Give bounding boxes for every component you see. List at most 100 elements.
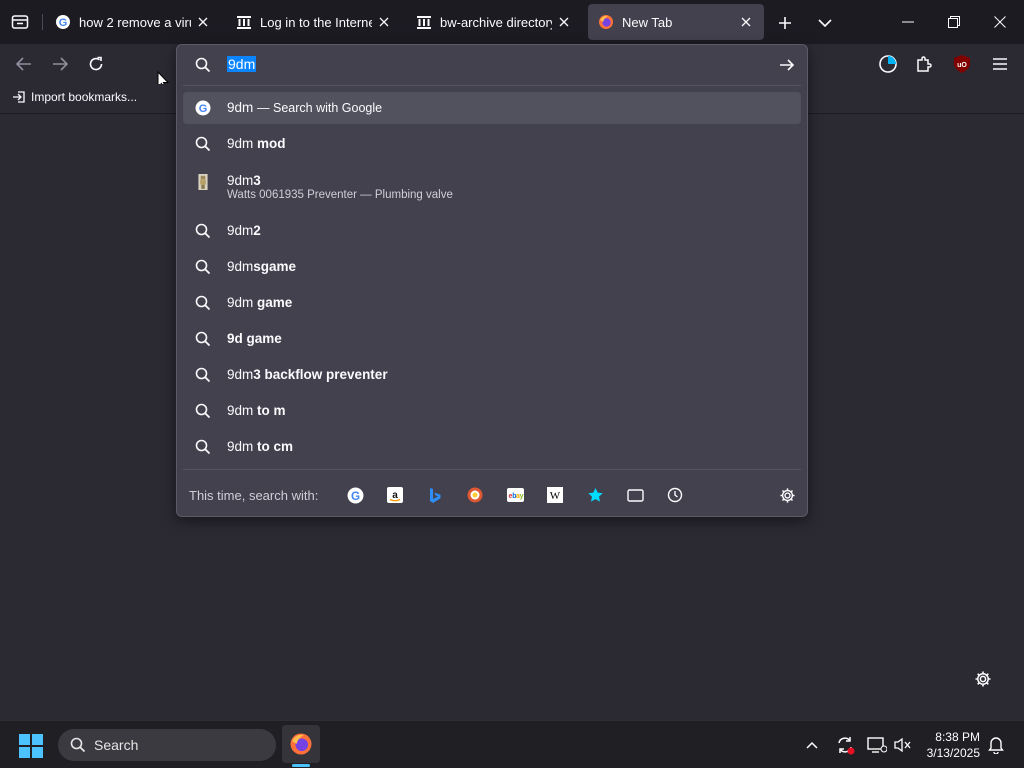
search-icon [195,367,211,383]
sync-error-icon [838,737,855,755]
clock-time: 8:38 PM [935,730,980,744]
taskbar-clock[interactable]: 8:38 PM 3/13/2025 [927,729,980,761]
suggestion-row[interactable]: 9dm3 backflow preventer [183,359,801,391]
app-menu-button[interactable] [988,53,1012,75]
search-settings-gear-icon[interactable] [778,486,796,504]
close-icon[interactable] [195,14,211,30]
import-bookmarks-button[interactable]: Import bookmarks... [12,90,137,104]
ebay-icon[interactable]: ebay [506,486,524,504]
close-icon[interactable] [376,14,392,30]
firefox-icon [290,733,312,755]
suggestion-row[interactable]: 9dm to m [183,395,801,427]
suggestion-text: 9dm to m [227,403,286,418]
tab-title: how 2 remove a virus - [79,14,191,30]
amazon-icon[interactable]: a [386,486,404,504]
forward-button[interactable] [48,54,72,74]
suggestion-row[interactable]: 9dm mod [183,128,801,160]
import-bookmarks-label: Import bookmarks... [31,90,138,104]
duckduckgo-icon[interactable] [466,486,484,504]
urlbar-input[interactable]: 9dm [227,56,257,72]
tab-log-in-internet-archive[interactable]: Log in to the Internet A [226,4,402,40]
tab-bw-archive-directory[interactable]: bw-archive directory lis [406,4,582,40]
suggestion-text: 9dm to cm [227,439,294,454]
svg-text:G: G [59,17,68,29]
tab-title: bw-archive directory lis [440,14,552,30]
bookmarks-star-icon[interactable] [586,486,604,504]
svg-text:G: G [199,103,208,115]
tab-strip: G how 2 remove a virus - Log in to the I… [0,0,1024,44]
taskbar-search-label: Search [94,737,139,753]
search-icon [70,737,86,753]
product-thumbnail [198,174,208,190]
notifications-button[interactable] [986,735,1006,755]
windows-taskbar: Search 8:38 PM 3/13/2025 [0,720,1024,768]
go-arrow-icon[interactable] [779,57,795,73]
svg-text:G: G [350,489,359,502]
wikipedia-icon[interactable]: W [546,486,564,504]
suggestion-text: 9dm mod [227,136,286,151]
urlbar-input-row[interactable]: 9dm [177,45,807,85]
ublock-origin-button[interactable]: uO [950,53,974,75]
suggestion-row-product[interactable]: 9dm3 Watts 0061935 Preventer — Plumbing … [183,164,801,208]
list-all-tabs-button[interactable] [814,12,836,34]
hamburger-menu-icon [993,58,1007,70]
arrow-right-icon [53,57,68,71]
google-icon[interactable]: G [346,486,364,504]
clock-date: 3/13/2025 [926,746,980,760]
firefox-view-button[interactable] [8,12,32,32]
search-icon [195,439,211,455]
urlbar-divider [183,85,801,86]
suggestion-subtitle: Watts 0061935 Preventer — Plumbing valve [227,189,453,201]
taskbar-search-box[interactable]: Search [58,729,276,761]
suggestion-text: 9dm game [227,295,293,310]
tab-separator [42,14,43,30]
chevron-down-icon [818,19,832,28]
active-app-indicator [292,764,310,767]
tab-how-2-remove-virus[interactable]: G how 2 remove a virus - [45,4,221,40]
volume-tray-button[interactable] [892,734,914,756]
search-icon [195,331,211,347]
search-icon [195,223,211,239]
svg-text:W: W [550,490,561,502]
back-button[interactable] [12,54,36,74]
close-icon[interactable] [556,14,572,30]
search-icon [195,259,211,275]
tab-new-tab[interactable]: New Tab [588,4,764,40]
bing-icon[interactable] [426,486,444,504]
arrow-left-icon [16,57,31,71]
close-icon[interactable] [738,14,754,30]
suggestion-row[interactable]: 9dmsgame [183,251,801,283]
puzzle-piece-icon [917,56,932,72]
archive-icon [416,14,432,30]
search-with-label: This time, search with: [189,488,319,503]
suggestion-row[interactable]: 9dm2 [183,215,801,247]
minimize-button[interactable] [896,12,920,32]
sync-tray-button[interactable] [834,734,856,756]
extensions-button[interactable] [912,53,936,75]
taskbar-firefox-button[interactable] [282,725,320,763]
reload-button[interactable] [84,54,108,74]
suggestion-text: 9dm3 [227,173,261,188]
new-tab-button[interactable] [774,12,796,34]
history-icon[interactable] [666,486,684,504]
restore-button[interactable] [942,12,966,32]
suggestion-text: 9d game [227,331,282,346]
firefox-account-button[interactable] [876,53,900,75]
customize-new-tab-button[interactable] [972,668,994,690]
suggestion-search-with-google[interactable]: G 9dm — Search with Google [183,92,801,124]
volume-muted-icon [894,737,911,753]
close-icon [994,16,1006,28]
suggestion-row[interactable]: 9dm game [183,287,801,319]
tabs-icon[interactable] [626,486,644,504]
network-tray-button[interactable] [866,734,888,756]
firefox-view-icon [11,15,29,29]
suggestion-row[interactable]: 9dm to cm [183,431,801,463]
ublock-shield-icon: uO [954,55,970,73]
search-icon [195,136,211,152]
close-window-button[interactable] [988,12,1012,32]
start-button[interactable] [18,733,44,759]
suggestion-row[interactable]: 9d game [183,323,801,355]
suggestion-action: — Search with Google [257,101,383,115]
minimize-icon [902,21,914,23]
show-hidden-icons-button[interactable] [802,735,822,755]
